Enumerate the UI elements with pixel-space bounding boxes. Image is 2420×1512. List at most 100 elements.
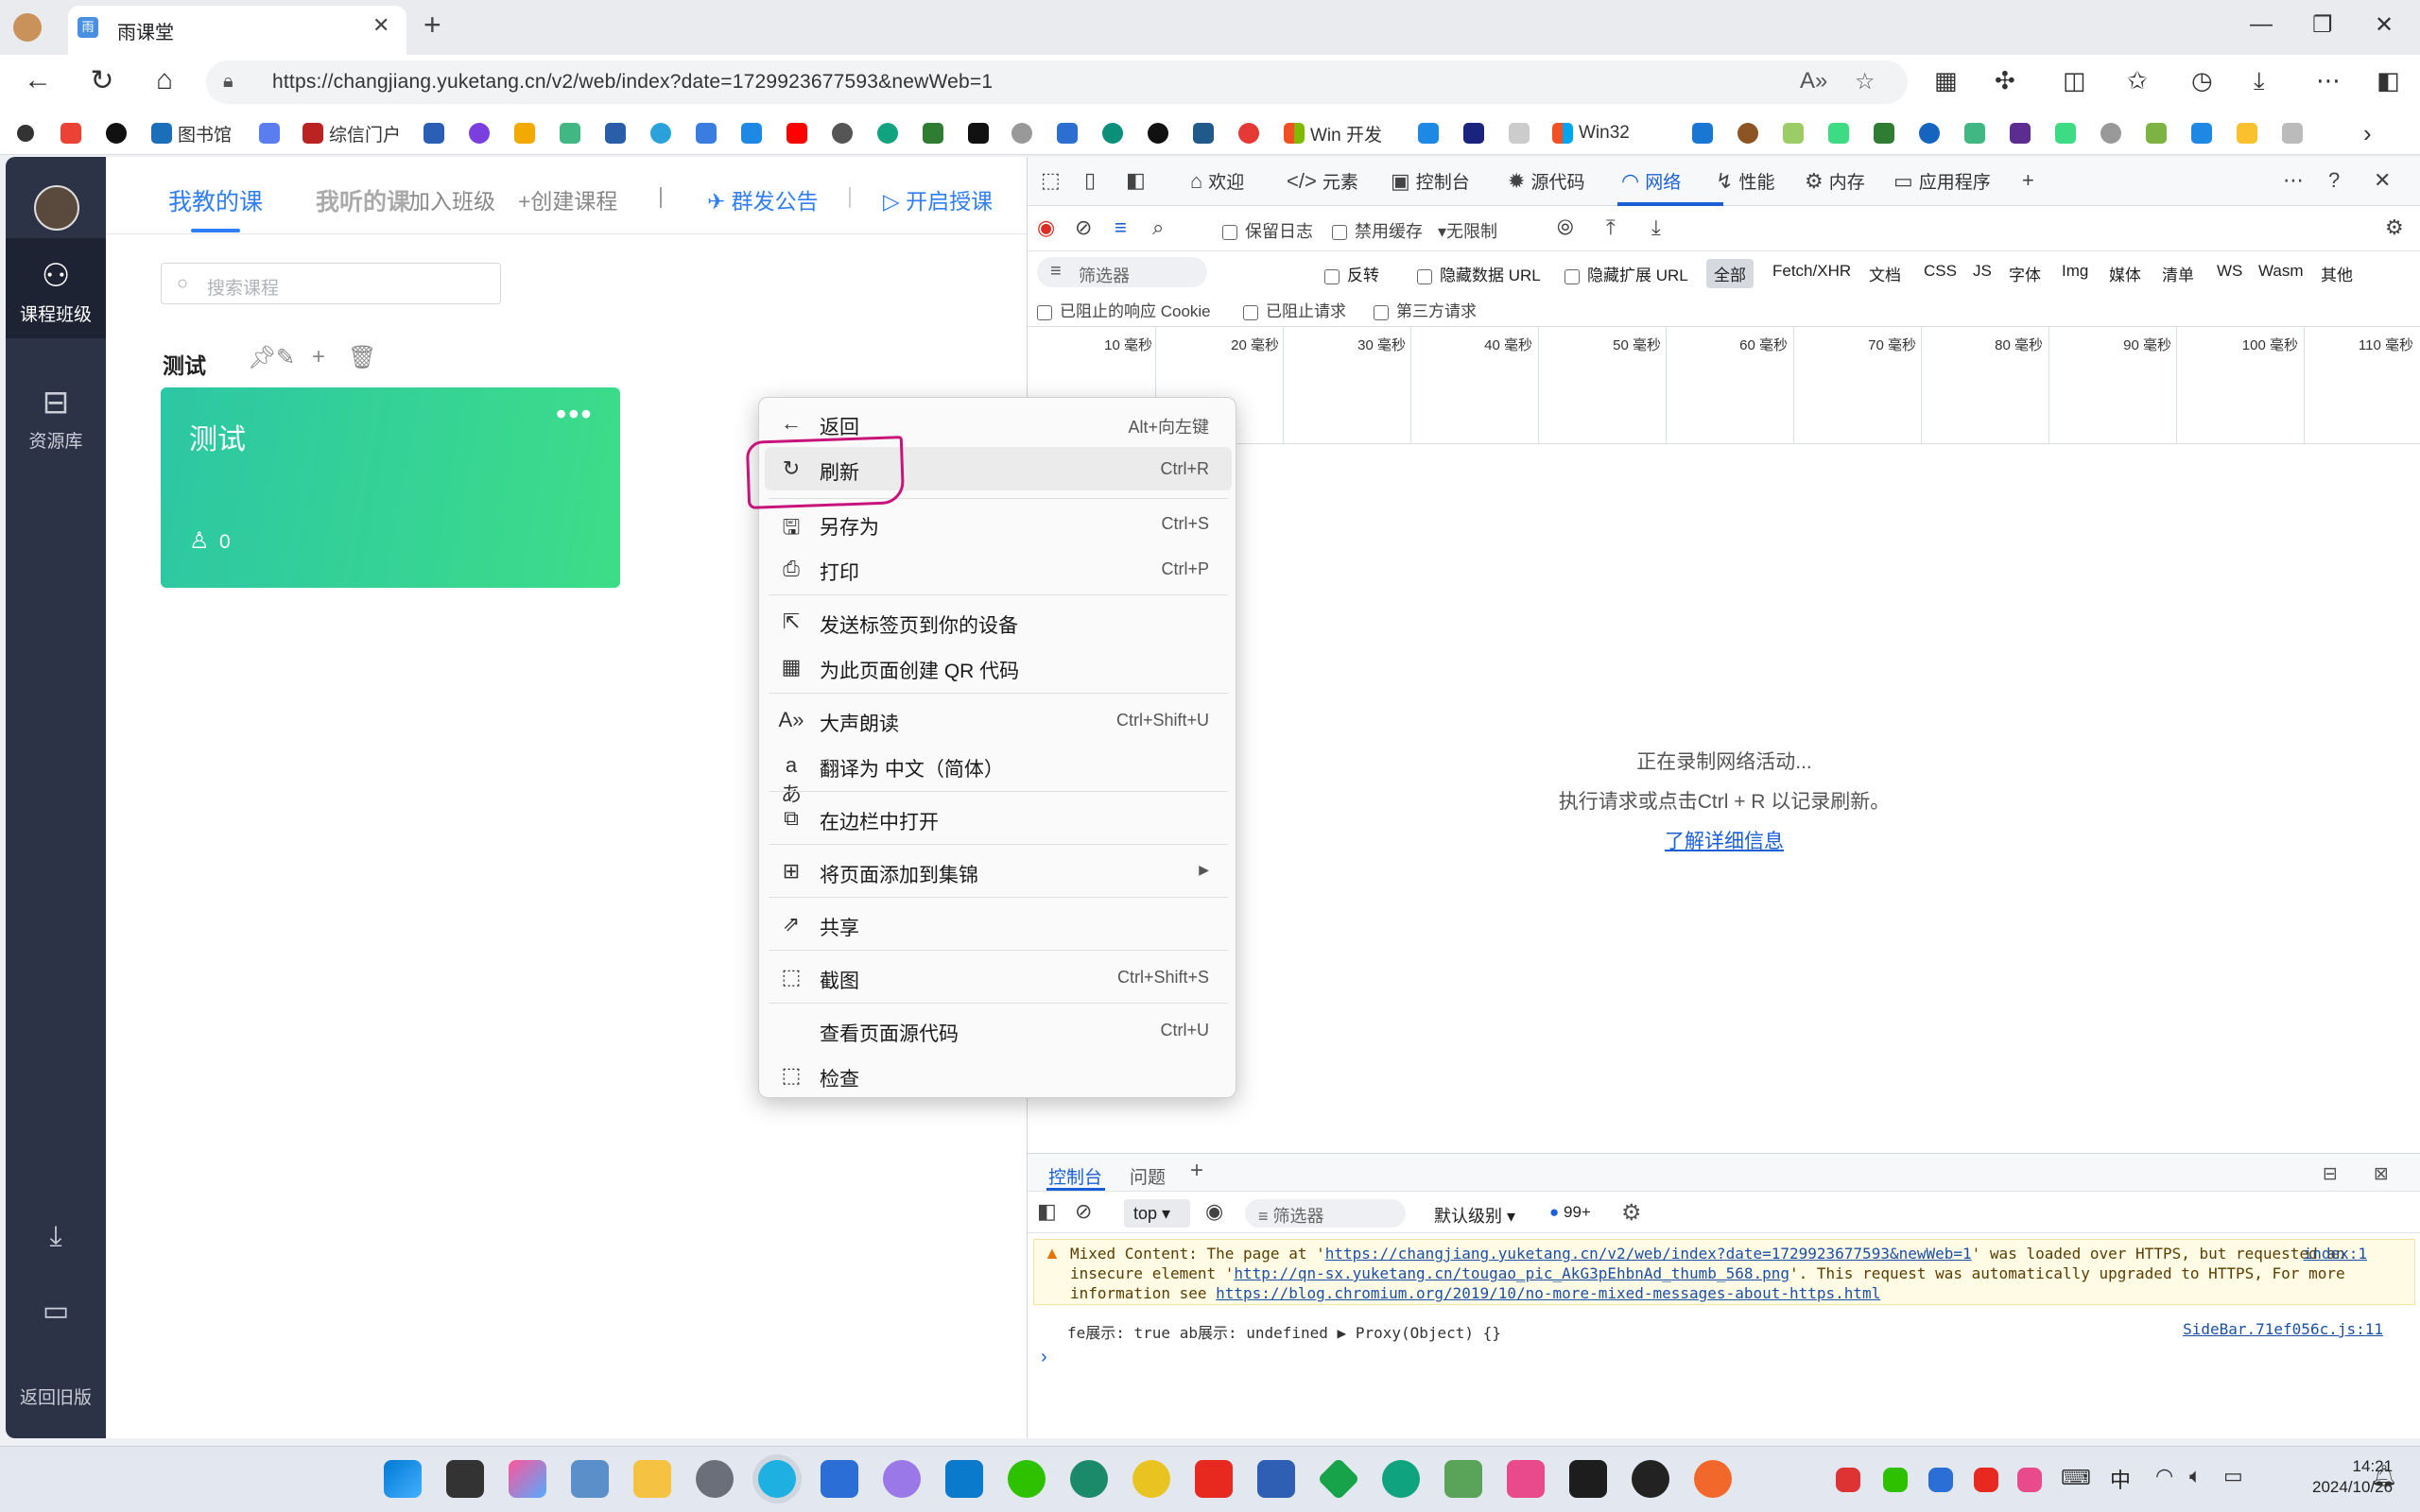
filter-type-img[interactable]: Img bbox=[2054, 259, 2096, 284]
add-icon[interactable]: + bbox=[312, 344, 325, 370]
blocked-cookies-checkbox[interactable]: 已阻止的响应 Cookie bbox=[1029, 295, 1219, 324]
tab-network[interactable]: ◠ 网络 bbox=[1621, 168, 1681, 194]
bookmark-i[interactable] bbox=[968, 121, 994, 146]
tab-sources[interactable]: ✹ 源代码 bbox=[1508, 168, 1584, 194]
lock-icon[interactable]: 🔒︎ bbox=[223, 71, 233, 93]
drawer-tab-console[interactable]: 控制台 bbox=[1048, 1163, 1102, 1189]
bookmark-win-dev[interactable]: Win 开发 bbox=[1284, 121, 1382, 146]
bookmark-s[interactable] bbox=[1692, 121, 1719, 146]
read-aloud-icon[interactable]: A» bbox=[1800, 68, 1827, 94]
filter-type-doc[interactable]: 文档 bbox=[1861, 259, 1909, 288]
help-icon[interactable]: ? bbox=[2328, 168, 2345, 193]
bookmark-portal[interactable]: 综信门户 bbox=[302, 121, 401, 146]
filter-type-font[interactable]: 字体 bbox=[2001, 259, 2048, 288]
invert-checkbox[interactable]: 反转 bbox=[1317, 259, 1387, 288]
bookmark-p[interactable] bbox=[1418, 121, 1444, 146]
bookmark-f[interactable] bbox=[832, 121, 858, 146]
filter-type-xhr[interactable]: Fetch/XHR bbox=[1765, 259, 1858, 284]
tab-close-icon[interactable]: ✕ bbox=[372, 13, 389, 38]
export-har-icon[interactable]: ⤓ bbox=[1651, 215, 1661, 240]
tray-blue-icon[interactable] bbox=[1928, 1468, 1953, 1492]
record-icon[interactable]: ◉ bbox=[1037, 215, 1055, 240]
filter-input[interactable]: ≡ 筛选器 bbox=[1037, 257, 1207, 287]
notification-bell-icon[interactable]: 🔔︎ bbox=[2371, 1464, 2397, 1488]
app-pink-icon[interactable] bbox=[1507, 1460, 1545, 1498]
app-cat-icon[interactable] bbox=[883, 1460, 921, 1498]
back-old-version-link[interactable]: 返回旧版 bbox=[6, 1383, 106, 1409]
app-diamond-icon[interactable] bbox=[1317, 1457, 1360, 1501]
reload-icon[interactable]: ↻ bbox=[83, 64, 121, 97]
ime-indicator[interactable]: 中 bbox=[2110, 1464, 2131, 1494]
qq-icon[interactable] bbox=[1632, 1460, 1669, 1498]
bookmarks-overflow-icon[interactable]: › bbox=[2363, 119, 2372, 147]
home-icon[interactable]: ⌂ bbox=[146, 64, 183, 96]
bookmark-b[interactable] bbox=[469, 121, 495, 146]
notepad-icon[interactable] bbox=[821, 1460, 858, 1498]
edge-icon[interactable] bbox=[758, 1460, 796, 1498]
bookmark-win32[interactable]: Win32 bbox=[1552, 121, 1630, 146]
add-drawer-tab-icon[interactable]: + bbox=[1190, 1158, 1203, 1184]
import-har-icon[interactable]: ⤒ bbox=[1606, 215, 1616, 240]
bookmark-y[interactable] bbox=[2010, 121, 2036, 146]
filter-type-all[interactable]: 全部 bbox=[1706, 259, 1754, 288]
vscode-icon[interactable] bbox=[945, 1460, 983, 1498]
menu-item-translate[interactable]: aあ 翻译为 中文（简体） bbox=[765, 744, 1232, 806]
hide-extension-urls-checkbox[interactable]: 隐藏扩展 URL bbox=[1557, 259, 1696, 288]
runoob-icon[interactable] bbox=[1444, 1460, 1482, 1498]
preserve-log-checkbox[interactable]: 保留日志 bbox=[1222, 218, 1313, 243]
tab-performance[interactable]: ↯ 性能 bbox=[1716, 168, 1774, 194]
more-tools-icon[interactable]: ⋯ bbox=[2283, 168, 2309, 193]
pin-icon[interactable]: 📌︎ bbox=[248, 344, 276, 371]
search-placeholder[interactable]: 搜索课程 bbox=[207, 274, 279, 300]
bookmark-vue2[interactable] bbox=[1964, 121, 1991, 146]
restore-icon[interactable]: ❐ bbox=[2312, 11, 2333, 39]
tab-console[interactable]: ▣ 控制台 bbox=[1391, 168, 1470, 194]
warning-source-link[interactable]: index:1 bbox=[2304, 1244, 2367, 1263]
filter-type-js[interactable]: JS bbox=[1965, 259, 1999, 284]
search-input[interactable]: ○ 搜索课程 bbox=[161, 263, 501, 304]
menu-item-print[interactable]: ⎙ 打印 Ctrl+P bbox=[765, 547, 1232, 591]
bookmark-m[interactable] bbox=[1148, 121, 1174, 146]
warning-link-page[interactable]: https://changjiang.yuketang.cn/v2/web/in… bbox=[1325, 1245, 1972, 1263]
download-icon[interactable]: ⤓ bbox=[2254, 66, 2265, 96]
create-course-button[interactable]: +创建课程 bbox=[518, 183, 617, 215]
menu-item-screenshot[interactable]: ⬚ 截图 Ctrl+Shift+S bbox=[765, 955, 1232, 999]
tray-app-icon[interactable] bbox=[1836, 1468, 1860, 1492]
app-orange-icon[interactable] bbox=[1694, 1460, 1732, 1498]
bookmark-d[interactable] bbox=[696, 121, 722, 146]
task-view-icon[interactable] bbox=[446, 1460, 484, 1498]
drawer-tab-issues[interactable]: 问题 bbox=[1130, 1163, 1166, 1189]
bookmark-github[interactable] bbox=[106, 121, 132, 146]
download-icon[interactable]: ⤓ bbox=[6, 1221, 106, 1253]
copilot-icon[interactable] bbox=[509, 1460, 546, 1498]
join-class-button[interactable]: 加入班级 bbox=[408, 183, 495, 215]
group-notice-button[interactable]: ✈ 群发公告 bbox=[707, 183, 819, 215]
extension-icon[interactable]: ▦ bbox=[1934, 66, 1958, 95]
back-icon[interactable]: ← bbox=[19, 64, 57, 96]
clear-icon[interactable]: ⊘ bbox=[1075, 215, 1092, 240]
bookmark-a[interactable] bbox=[424, 121, 450, 146]
app-yellow-icon[interactable] bbox=[1132, 1460, 1170, 1498]
bookmark-h[interactable] bbox=[923, 121, 949, 146]
filter-type-ws[interactable]: WS bbox=[2209, 259, 2250, 284]
throttling-select[interactable]: ▾无限制 bbox=[1438, 218, 1497, 243]
context-select[interactable]: top ▾ bbox=[1124, 1199, 1190, 1228]
menu-item-open-in-sidebar[interactable]: ⧉ 在边栏中打开 bbox=[765, 797, 1232, 840]
course-card[interactable]: 测试 ••• ♙ 0 bbox=[161, 387, 620, 588]
wifi-icon[interactable]: ◠ bbox=[2155, 1464, 2173, 1488]
console-prompt-icon[interactable]: › bbox=[1041, 1347, 1047, 1368]
filter-type-other[interactable]: 其他 bbox=[2313, 259, 2360, 288]
tray-youdao-icon[interactable] bbox=[1974, 1468, 1998, 1492]
bookmark-x[interactable] bbox=[1919, 121, 1945, 146]
bookmark-g[interactable] bbox=[877, 121, 904, 146]
tab-application[interactable]: ▭ 应用程序 bbox=[1893, 168, 1991, 194]
filter-type-media[interactable]: 媒体 bbox=[2101, 259, 2149, 288]
tray-pink-icon[interactable] bbox=[2017, 1468, 2042, 1492]
menu-item-share[interactable]: ⇗ 共享 bbox=[765, 902, 1232, 946]
clear-console-icon[interactable]: ⊘ bbox=[1075, 1199, 1092, 1224]
disable-cache-checkbox[interactable]: 禁用缓存 bbox=[1332, 218, 1423, 243]
app-widgets-icon[interactable] bbox=[571, 1460, 609, 1498]
more-menu-icon[interactable]: ⋯ bbox=[2316, 66, 2341, 95]
bookmark-j[interactable] bbox=[1011, 121, 1038, 146]
minimize-icon[interactable]: — bbox=[2250, 11, 2273, 38]
